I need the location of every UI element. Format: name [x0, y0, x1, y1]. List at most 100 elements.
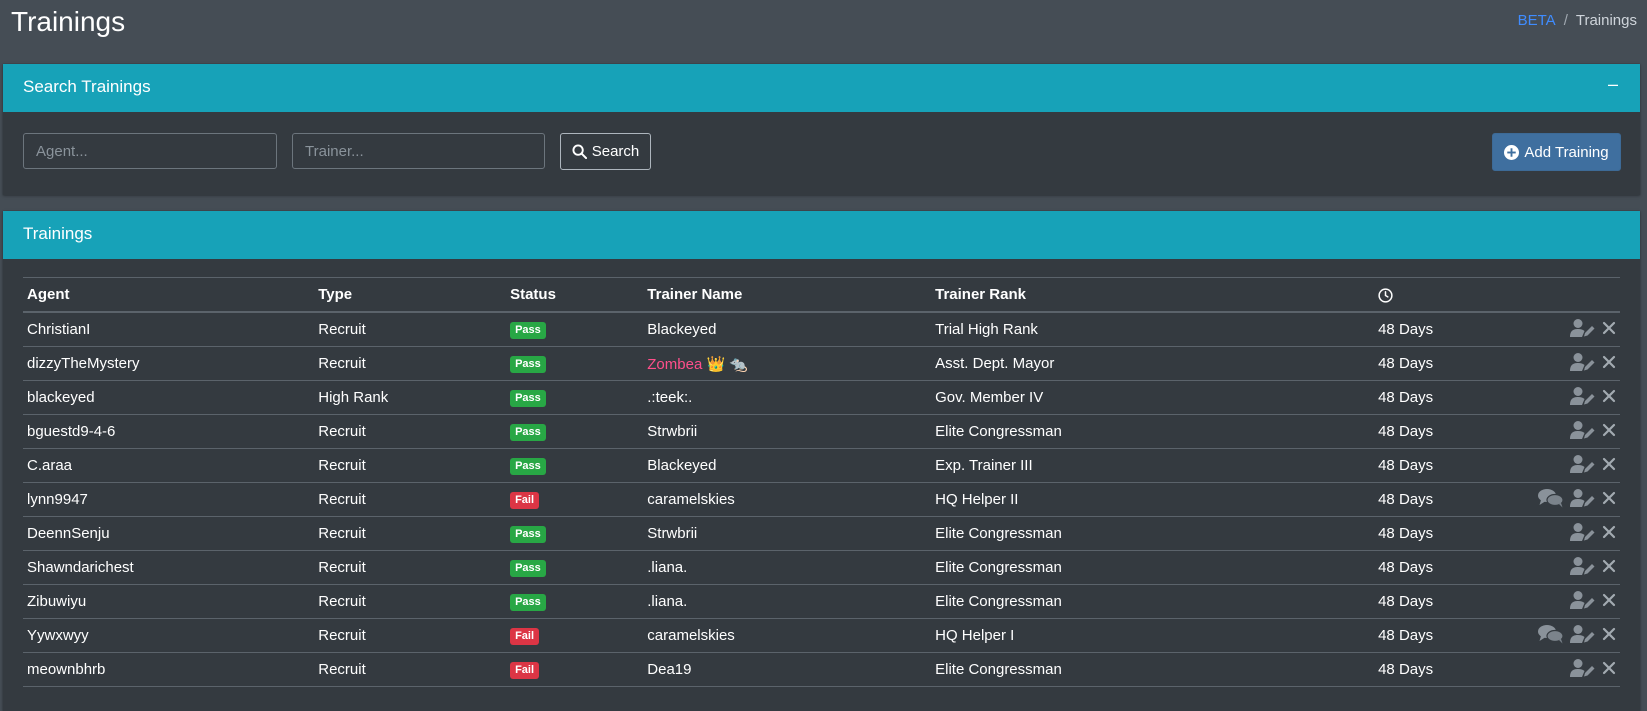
add-training-label: Add Training — [1524, 143, 1609, 161]
delete-button[interactable] — [1602, 355, 1616, 373]
status-badge: Pass — [510, 458, 546, 475]
agent-search-input[interactable] — [23, 133, 277, 169]
page-header: Trainings BETA / Trainings — [0, 0, 1647, 62]
edit-user-button[interactable] — [1570, 386, 1596, 410]
status-badge: Fail — [510, 662, 540, 679]
breadcrumb-separator: / — [1563, 12, 1568, 29]
edit-user-button[interactable] — [1570, 624, 1596, 648]
trainer-rank-cell: Asst. Dept. Mayor — [931, 346, 1375, 381]
column-header-agent[interactable]: Agent — [23, 277, 315, 313]
close-icon — [1602, 593, 1616, 606]
column-header-trainer-name[interactable]: Trainer Name — [643, 277, 932, 313]
edit-user-button[interactable] — [1570, 522, 1596, 546]
actions-cell — [1528, 618, 1620, 653]
user-edit-icon — [1570, 522, 1595, 541]
user-edit-icon — [1570, 556, 1595, 575]
trainer-rank-cell: Elite Congressman — [931, 584, 1375, 619]
type-cell: Recruit — [314, 482, 507, 517]
delete-button[interactable] — [1602, 423, 1616, 441]
status-badge: Pass — [510, 526, 546, 543]
agent-cell: bguestd9-4-6 — [23, 414, 315, 449]
breadcrumb-link-beta[interactable]: BETA — [1518, 12, 1556, 29]
status-badge: Fail — [510, 492, 540, 509]
table-row: meownbhrb Recruit Fail Dea19 Elite Congressm… — [23, 652, 1620, 687]
edit-user-button[interactable] — [1570, 658, 1596, 682]
add-training-button[interactable]: Add Training — [1492, 133, 1621, 171]
comments-button[interactable] — [1538, 488, 1564, 512]
trainer-name-cell: caramelskies — [643, 482, 932, 517]
close-icon — [1602, 355, 1616, 368]
table-row: Zibuwiyu Recruit Pass .liana. Elite Congress… — [23, 584, 1620, 619]
edit-user-button[interactable] — [1570, 318, 1596, 342]
close-icon — [1602, 457, 1616, 470]
trainings-table-wrap: Agent Type Status Trainer Name Trainer R… — [23, 277, 1620, 687]
trainer-rank-cell: Elite Congressman — [931, 414, 1375, 449]
type-cell: Recruit — [314, 346, 507, 381]
trainer-name-cell: .liana. — [643, 584, 932, 619]
close-icon — [1602, 423, 1616, 436]
delete-button[interactable] — [1602, 525, 1616, 543]
status-cell: Pass — [506, 584, 644, 619]
user-edit-icon — [1570, 590, 1595, 609]
actions-cell — [1528, 482, 1620, 517]
status-cell: Pass — [506, 516, 644, 551]
type-cell: Recruit — [314, 312, 507, 347]
trainer-name-cell: Blackeyed — [643, 312, 932, 347]
table-header-row: Agent Type Status Trainer Name Trainer R… — [23, 277, 1620, 313]
status-badge: Pass — [510, 390, 546, 407]
delete-button[interactable] — [1602, 627, 1616, 645]
delete-button[interactable] — [1602, 491, 1616, 509]
type-cell: Recruit — [314, 516, 507, 551]
table-row: DeennSenju Recruit Pass Strwbrii Elite Congr… — [23, 516, 1620, 551]
type-cell: Recruit — [314, 448, 507, 483]
time-cell: 48 Days — [1374, 550, 1528, 585]
user-edit-icon — [1570, 386, 1595, 405]
column-header-status[interactable]: Status — [506, 277, 644, 313]
edit-user-button[interactable] — [1570, 556, 1596, 580]
delete-button[interactable] — [1602, 457, 1616, 475]
status-cell: Pass — [506, 414, 644, 449]
search-card-body: Search Add Training — [3, 112, 1640, 195]
status-cell: Pass — [506, 312, 644, 347]
column-header-trainer-rank[interactable]: Trainer Rank — [931, 277, 1375, 313]
search-icon — [572, 144, 587, 159]
close-icon — [1602, 627, 1616, 640]
time-cell: 48 Days — [1374, 380, 1528, 415]
type-cell: Recruit — [314, 652, 507, 687]
agent-cell: dizzyTheMystery — [23, 346, 315, 381]
delete-button[interactable] — [1602, 593, 1616, 611]
trainer-name-cell: Zombea 👑 🐀 — [643, 346, 932, 381]
edit-user-button[interactable] — [1570, 454, 1596, 478]
comments-icon — [1538, 488, 1564, 507]
user-edit-icon — [1570, 420, 1595, 439]
delete-button[interactable] — [1602, 661, 1616, 679]
delete-button[interactable] — [1602, 389, 1616, 407]
search-card-header: Search Trainings – — [3, 64, 1640, 112]
delete-button[interactable] — [1602, 559, 1616, 577]
agent-cell: lynn9947 — [23, 482, 315, 517]
agent-cell: blackeyed — [23, 380, 315, 415]
breadcrumb: BETA / Trainings — [1518, 12, 1637, 29]
comments-button[interactable] — [1538, 624, 1564, 648]
status-cell: Pass — [506, 346, 644, 381]
collapse-button[interactable]: – — [1602, 74, 1624, 98]
actions-cell — [1528, 346, 1620, 381]
column-header-time[interactable] — [1374, 277, 1528, 313]
table-row: lynn9947 Recruit Fail caramelskies HQ Helper… — [23, 482, 1620, 517]
trainer-rank-cell: HQ Helper II — [931, 482, 1375, 517]
delete-button[interactable] — [1602, 321, 1616, 339]
trainer-search-input[interactable] — [292, 133, 545, 169]
trainings-card-title: Trainings — [23, 224, 93, 243]
search-card-title: Search Trainings — [23, 77, 151, 96]
time-cell: 48 Days — [1374, 448, 1528, 483]
edit-user-button[interactable] — [1570, 420, 1596, 444]
close-icon — [1602, 661, 1616, 674]
edit-user-button[interactable] — [1570, 488, 1596, 512]
status-cell: Pass — [506, 550, 644, 585]
time-cell: 48 Days — [1374, 584, 1528, 619]
agent-cell: ChristianI — [23, 312, 315, 347]
column-header-type[interactable]: Type — [314, 277, 507, 313]
edit-user-button[interactable] — [1570, 590, 1596, 614]
edit-user-button[interactable] — [1570, 352, 1596, 376]
search-button[interactable]: Search — [560, 133, 651, 170]
